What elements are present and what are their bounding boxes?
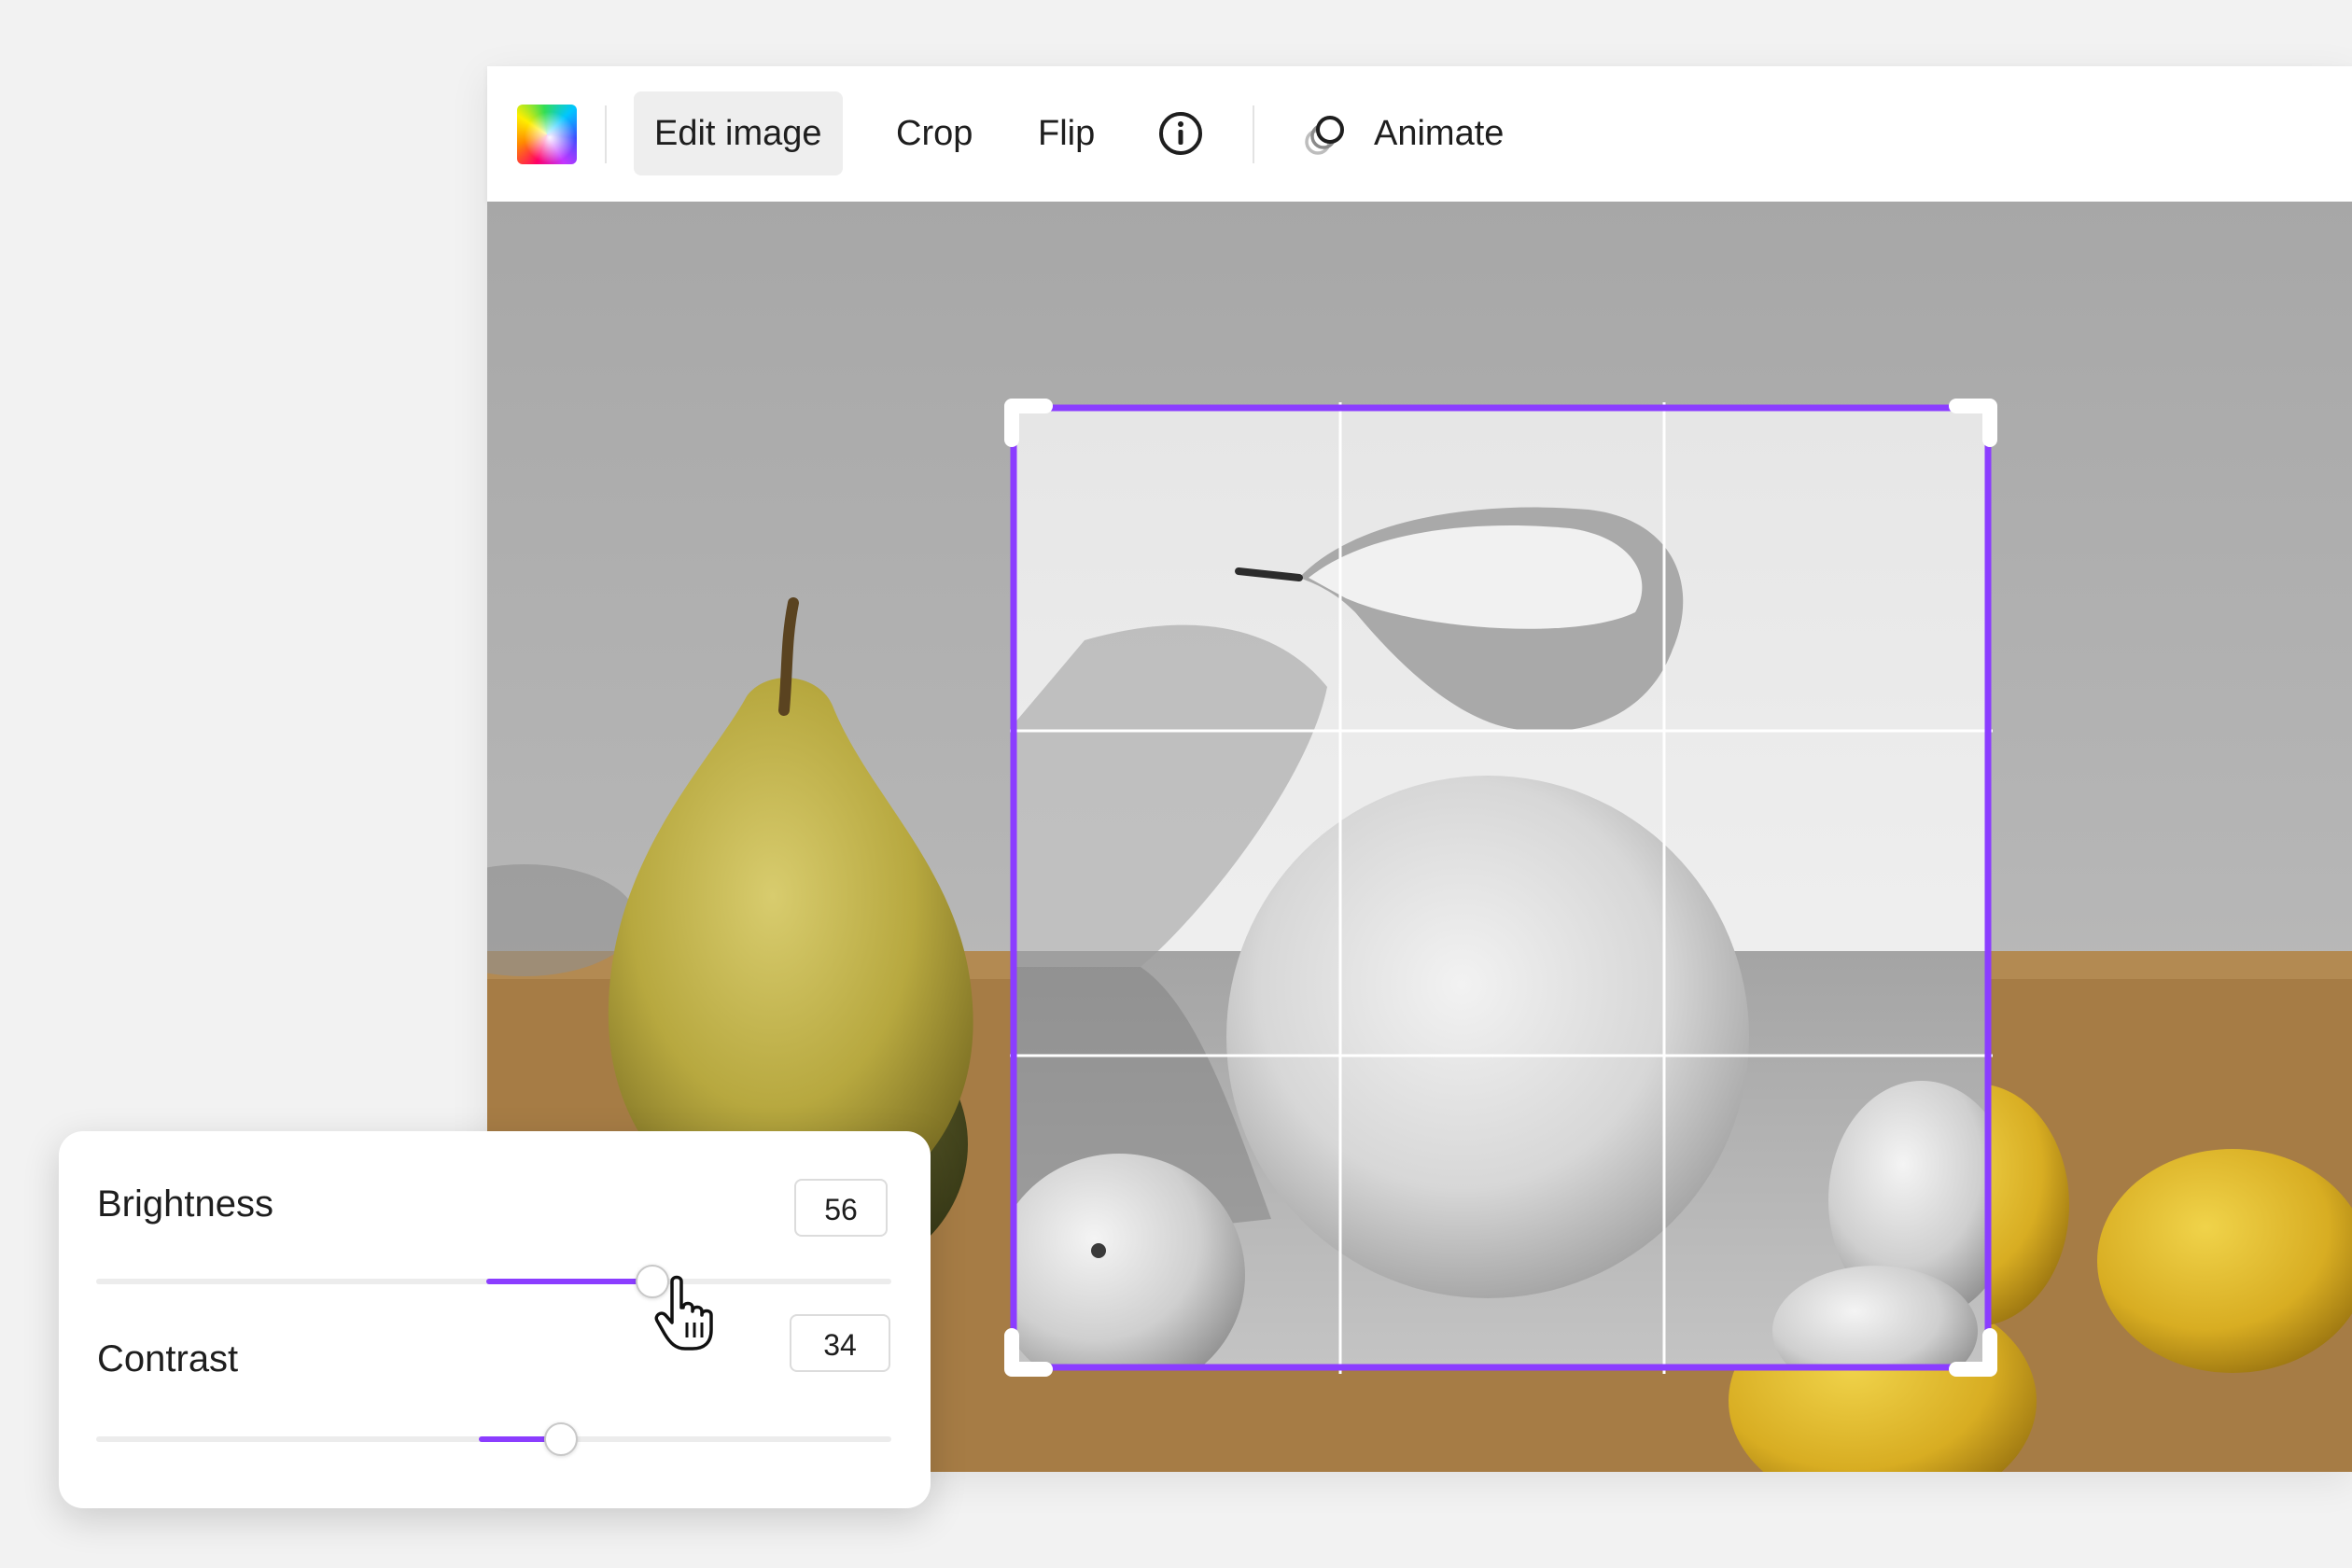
brightness-slider[interactable] (96, 1265, 891, 1298)
info-icon[interactable] (1157, 110, 1204, 157)
animate-label: Animate (1374, 114, 1505, 153)
toolbar-divider (1253, 105, 1254, 163)
crop-button[interactable]: Crop (875, 91, 993, 175)
contrast-value-field[interactable]: 34 (790, 1314, 890, 1372)
animate-icon (1305, 116, 1344, 155)
contrast-slider[interactable] (96, 1422, 891, 1456)
brightness-value-field[interactable]: 56 (794, 1179, 888, 1237)
toolbar-divider (605, 105, 607, 163)
image-toolbar: Edit image Crop Flip Animate (487, 66, 2352, 202)
adjustments-panel: Brightness 56 Contrast 34 (59, 1131, 931, 1508)
flip-button[interactable]: Flip (1017, 91, 1115, 175)
contrast-slider-thumb[interactable] (544, 1422, 579, 1456)
brightness-slider-thumb[interactable] (636, 1265, 670, 1298)
brightness-label: Brightness (97, 1183, 273, 1225)
color-swatch-icon[interactable] (517, 105, 577, 164)
brightness-slider-fill (486, 1279, 653, 1284)
edit-image-button[interactable]: Edit image (634, 91, 843, 175)
contrast-label: Contrast (97, 1338, 239, 1379)
